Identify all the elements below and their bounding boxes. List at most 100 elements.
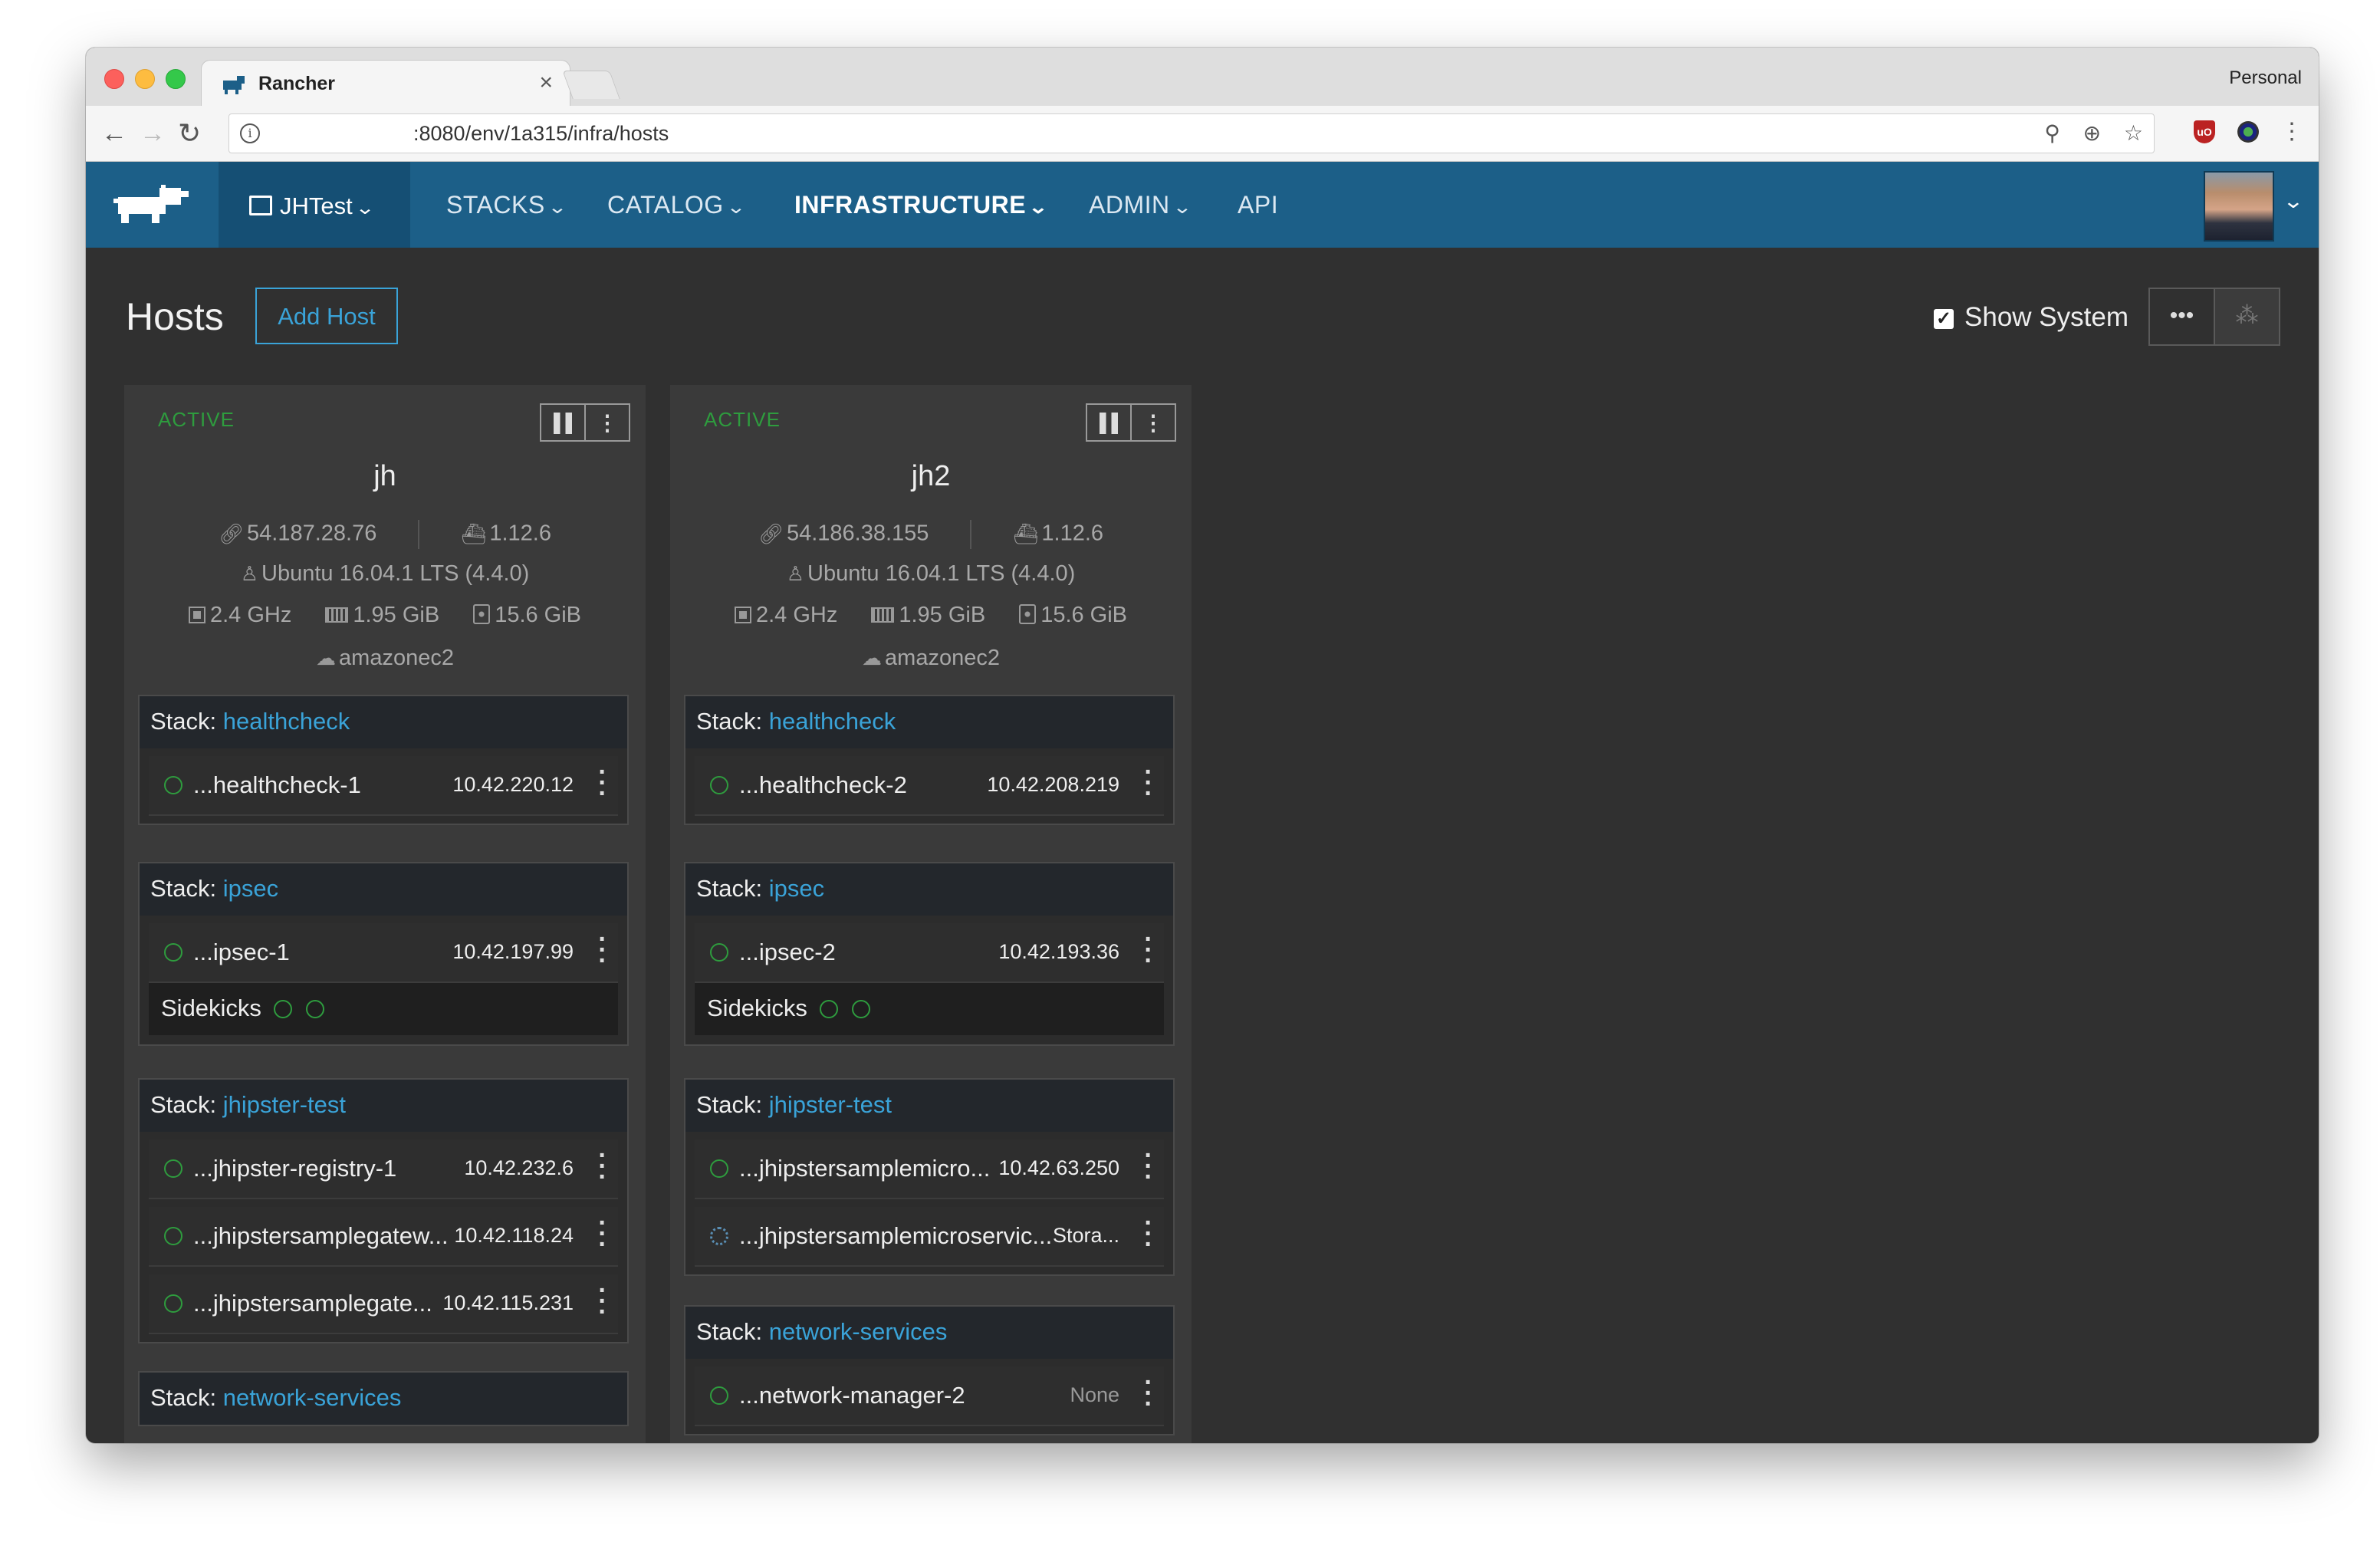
container-ip: 10.42.208.219 (987, 773, 1119, 796)
ublock-extension-icon[interactable]: uO (2194, 120, 2216, 143)
container-row[interactable]: ...jhipstersamplegatew... 10.42.118.24 ·… (149, 1207, 618, 1267)
container-menu-icon[interactable]: · · · (595, 1210, 610, 1258)
sidekicks-row[interactable]: Sidekicks (695, 983, 1164, 1035)
container-name[interactable]: ...jhipstersamplemicroservic... (739, 1222, 1052, 1250)
stack-link[interactable]: jhipster-test (769, 1091, 892, 1118)
add-host-button[interactable]: Add Host (255, 288, 398, 344)
container-row[interactable]: ...jhipstersamplegate... 10.42.115.231 ·… (149, 1274, 618, 1334)
color-extension-icon[interactable] (2237, 120, 2259, 143)
container-name[interactable]: ...ipsec-1 (193, 939, 290, 966)
stack-header: Stack: network-services (140, 1373, 627, 1425)
reload-icon[interactable]: ↻ (178, 115, 201, 152)
container-menu-icon[interactable]: · · · (595, 1277, 610, 1325)
stack-link[interactable]: network-services (769, 1318, 948, 1345)
key-icon[interactable]: ⚲ (2044, 121, 2060, 145)
container-menu-icon[interactable]: · · · (1141, 926, 1156, 974)
stack-link[interactable]: network-services (223, 1384, 402, 1411)
close-window-button[interactable] (104, 69, 124, 89)
container-menu-icon[interactable]: · · · (595, 759, 610, 807)
host-storage: 15.6 GiB (1040, 603, 1128, 627)
stack-link[interactable]: healthcheck (223, 708, 350, 735)
container-menu-icon[interactable]: · · · (1141, 759, 1156, 807)
container-row[interactable]: ...network-manager-2 None · · · (695, 1366, 1164, 1426)
storage-icon (1019, 604, 1037, 624)
tab-close-icon[interactable]: × (539, 70, 553, 96)
container-name[interactable]: ...jhipstersamplegate... (193, 1290, 432, 1317)
container-row[interactable]: ...ipsec-2 10.42.193.36 · · · (695, 923, 1164, 983)
environment-switcher[interactable]: JHTest ⌄ (219, 162, 410, 248)
nav-admin[interactable]: ADMIN ⌄ (1089, 191, 1192, 219)
status-circle-icon[interactable] (851, 1000, 870, 1018)
container-name[interactable]: ...network-manager-2 (739, 1382, 965, 1409)
link-icon: 🔗︎ (758, 521, 784, 545)
container-menu-icon[interactable]: · · · (1141, 1143, 1156, 1190)
chevron-down-icon: ⌄ (1028, 197, 1049, 218)
nav-infrastructure[interactable]: INFRASTRUCTURE ⌄ (794, 191, 1049, 219)
bookmark-star-icon[interactable]: ☆ (2124, 121, 2143, 145)
new-tab-button[interactable] (562, 71, 620, 99)
container-row[interactable]: ...jhipstersamplemicroservic... Stora...… (695, 1207, 1164, 1267)
container-row[interactable]: ...ipsec-1 10.42.197.99 · · · (149, 923, 618, 983)
container-row[interactable]: ...jhipster-registry-1 10.42.232.6 · · · (149, 1139, 618, 1199)
container-menu-icon[interactable]: · · · (1141, 1210, 1156, 1258)
nav-stacks[interactable]: STACKS ⌄ (446, 191, 567, 219)
profile-name[interactable]: Personal (2229, 67, 2302, 89)
stack-jhipster-test: Stack: jhipster-test ...jhipster-registr… (138, 1078, 629, 1343)
stack-link[interactable]: ipsec (769, 875, 824, 902)
cloud-icon: ☁︎ (316, 646, 337, 669)
site-info-icon[interactable]: i (240, 123, 260, 143)
sidekicks-row[interactable]: Sidekicks (149, 983, 618, 1035)
tab-strip: Rancher × Personal (86, 48, 2319, 108)
nav-catalog[interactable]: CATALOG ⌄ (607, 191, 747, 219)
user-avatar[interactable] (2204, 171, 2274, 242)
status-circle-icon[interactable] (819, 1000, 838, 1018)
container-menu-icon[interactable]: · · · (1141, 1370, 1156, 1417)
container-ip: 10.42.220.12 (452, 773, 574, 796)
show-system-checkbox[interactable]: ✓ (1934, 309, 1954, 329)
more-options-button[interactable]: ••• (2150, 289, 2214, 344)
forward-arrow-icon[interactable]: → (140, 115, 166, 152)
pause-icon[interactable] (541, 405, 584, 440)
container-row[interactable]: ...healthcheck-2 10.42.208.219 · · · (695, 756, 1164, 816)
container-name[interactable]: ...healthcheck-2 (739, 771, 907, 799)
minimize-window-button[interactable] (135, 69, 155, 89)
container-name[interactable]: ...ipsec-2 (739, 939, 836, 966)
container-row[interactable]: ...jhipstersamplemicro... 10.42.63.250 ·… (695, 1139, 1164, 1199)
stack-link[interactable]: ipsec (223, 875, 278, 902)
container-name[interactable]: ...jhipstersamplegatew... (193, 1222, 449, 1250)
back-arrow-icon[interactable]: ← (101, 115, 127, 152)
cluster-view-icon[interactable]: ⁂ (2215, 289, 2279, 344)
container-name[interactable]: ...jhipstersamplemicro... (739, 1155, 990, 1182)
browser-tab[interactable]: Rancher × (201, 60, 570, 108)
chevron-down-icon: ⌄ (354, 198, 375, 219)
pause-icon[interactable] (1087, 405, 1130, 440)
rancher-logo-icon[interactable] (113, 185, 190, 225)
show-system-toggle[interactable]: ✓ Show System (1934, 302, 2129, 333)
zoom-icon[interactable]: ⊕ (2083, 121, 2101, 145)
container-menu-icon[interactable]: · · · (595, 926, 610, 974)
stack-ipsec: Stack: ipsec ...ipsec-1 10.42.197.99 · · ·… (138, 862, 629, 1046)
container-name[interactable]: ...jhipster-registry-1 (193, 1155, 396, 1182)
address-bar[interactable]: i :8080/env/1a315/infra/hosts ⚲ ⊕ ☆ (228, 113, 2155, 153)
status-circle-icon[interactable] (305, 1000, 324, 1018)
browser-toolbar: ← → ↻ i :8080/env/1a315/infra/hosts ⚲ ⊕ … (86, 106, 2319, 162)
container-name[interactable]: ...healthcheck-1 (193, 771, 361, 799)
browser-menu-icon[interactable]: ⋮ (2280, 118, 2303, 145)
linux-icon: ♙ (240, 562, 258, 585)
host-menu-icon[interactable]: ⋮ (586, 405, 629, 440)
stack-network-services: Stack: network-services ...network-manag… (684, 1305, 1175, 1435)
stack-link[interactable]: jhipster-test (223, 1091, 346, 1118)
maximize-window-button[interactable] (166, 69, 186, 89)
host-menu-icon[interactable]: ⋮ (1132, 405, 1175, 440)
chevron-down-icon[interactable]: ⌄ (2283, 189, 2304, 213)
status-circle-icon[interactable] (273, 1000, 292, 1018)
status-circle-icon (710, 776, 728, 794)
nav-api[interactable]: API (1238, 191, 1278, 219)
container-row[interactable]: ...healthcheck-1 10.42.220.12 · · · (149, 756, 618, 816)
url-text[interactable]: :8080/env/1a315/infra/hosts (413, 122, 669, 146)
host-memory: 1.95 GiB (353, 603, 440, 627)
chevron-down-icon: ⌄ (725, 197, 747, 218)
stack-link[interactable]: healthcheck (769, 708, 896, 735)
container-menu-icon[interactable]: · · · (595, 1143, 610, 1190)
linux-icon: ♙ (786, 562, 804, 585)
